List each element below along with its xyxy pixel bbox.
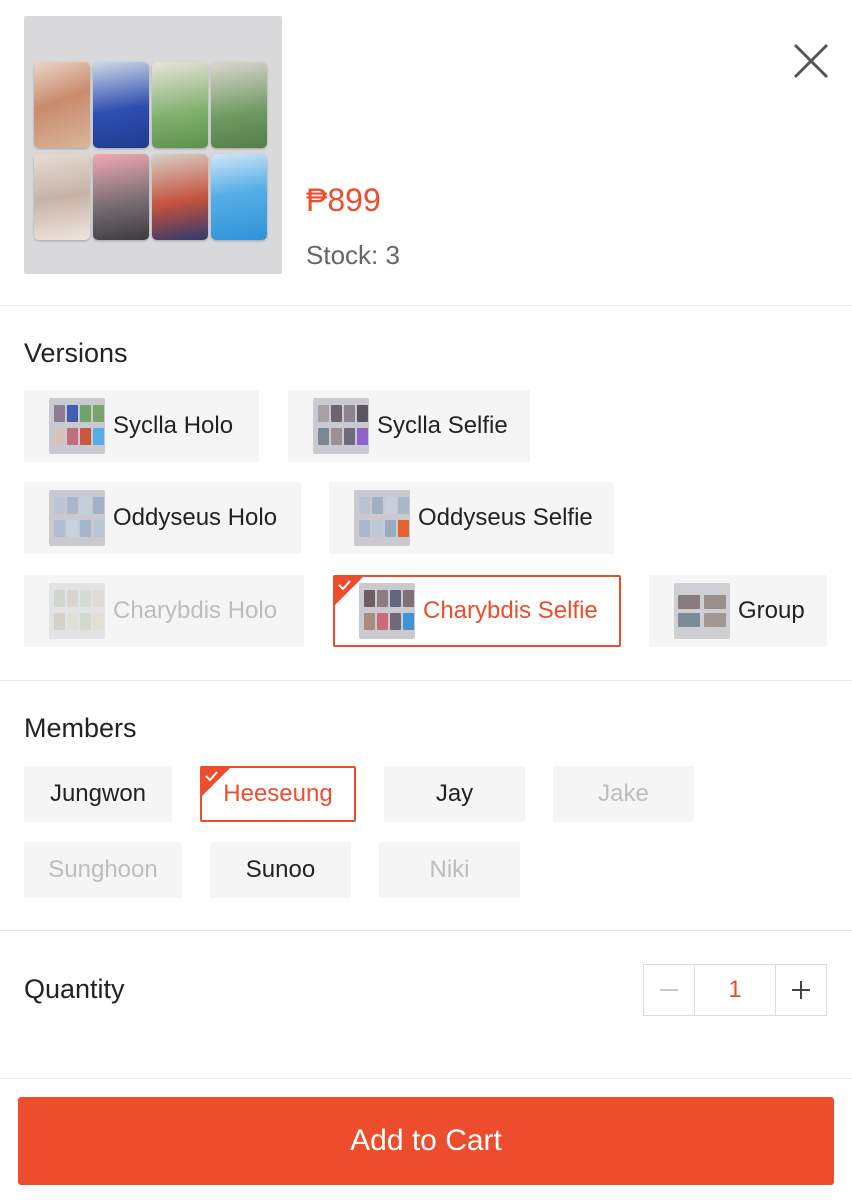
member-option-label: Sunghoon: [48, 856, 158, 883]
quantity-label: Quantity: [24, 974, 125, 1004]
member-option-niki[interactable]: Niki: [379, 842, 520, 898]
member-option-sunoo[interactable]: Sunoo: [210, 842, 351, 898]
photocard: [152, 62, 208, 148]
version-thumbnail: [313, 398, 369, 454]
member-option-jay[interactable]: Jay: [384, 766, 525, 822]
check-icon: [205, 771, 218, 781]
divider: [0, 305, 852, 306]
version-thumbnail: [49, 398, 105, 454]
member-option-sunghoon[interactable]: Sunghoon: [24, 842, 182, 898]
member-option-label: Heeseung: [223, 780, 333, 807]
price: ₱899: [306, 182, 381, 218]
version-option-label: Charybdis Holo: [113, 597, 278, 624]
version-thumbnail: [49, 490, 105, 546]
divider: [0, 1078, 852, 1079]
version-thumbnail: [359, 583, 415, 639]
stock-count: Stock: 3: [306, 240, 400, 270]
photocard: [152, 154, 208, 240]
add-to-cart-button[interactable]: Add to Cart: [18, 1097, 834, 1185]
product-image: [24, 16, 282, 274]
version-option-label: Group: [738, 597, 805, 624]
version-option-syclla-holo[interactable]: Syclla Holo: [24, 390, 259, 462]
close-icon: [793, 43, 829, 79]
version-option-syclla-selfie[interactable]: Syclla Selfie: [288, 390, 530, 462]
photocard: [211, 154, 267, 240]
member-option-jungwon[interactable]: Jungwon: [24, 766, 172, 822]
version-option-charybdis-holo[interactable]: Charybdis Holo: [24, 575, 304, 647]
decrease-quantity-button[interactable]: [644, 965, 694, 1015]
version-option-group[interactable]: Group: [649, 575, 827, 647]
version-option-label: Oddyseus Selfie: [418, 504, 593, 531]
version-option-charybdis-selfie[interactable]: Charybdis Selfie: [333, 575, 621, 647]
divider: [0, 680, 852, 681]
version-option-oddyseus-selfie[interactable]: Oddyseus Selfie: [329, 482, 614, 554]
plus-icon: [792, 981, 810, 999]
member-option-label: Jay: [435, 780, 474, 807]
photocard: [211, 62, 267, 148]
version-option-label: Oddyseus Holo: [113, 504, 278, 531]
member-option-label: Niki: [429, 856, 470, 883]
version-option-label: Charybdis Selfie: [423, 597, 598, 624]
member-option-jake[interactable]: Jake: [553, 766, 694, 822]
version-option-oddyseus-holo[interactable]: Oddyseus Holo: [24, 482, 301, 554]
photocard: [93, 154, 149, 240]
version-option-label: Syclla Holo: [113, 412, 234, 439]
version-thumbnail: [354, 490, 410, 546]
versions-title: Versions: [24, 338, 128, 368]
close-button[interactable]: [786, 36, 836, 86]
increase-quantity-button[interactable]: [776, 965, 826, 1015]
member-option-label: Jake: [598, 780, 649, 807]
member-option-label: Jungwon: [49, 780, 147, 807]
check-icon: [338, 580, 351, 590]
minus-icon: [660, 989, 678, 991]
version-option-label: Syclla Selfie: [377, 412, 508, 439]
divider: [0, 930, 852, 931]
member-option-heeseung[interactable]: Heeseung: [200, 766, 356, 822]
quantity-input[interactable]: 1: [694, 965, 776, 1015]
members-title: Members: [24, 713, 137, 743]
photocard: [34, 62, 90, 148]
version-thumbnail: [674, 583, 730, 639]
quantity-stepper: 1: [643, 964, 827, 1016]
photocard: [93, 62, 149, 148]
member-option-label: Sunoo: [245, 856, 316, 883]
version-thumbnail: [49, 583, 105, 639]
photocard: [34, 154, 90, 240]
